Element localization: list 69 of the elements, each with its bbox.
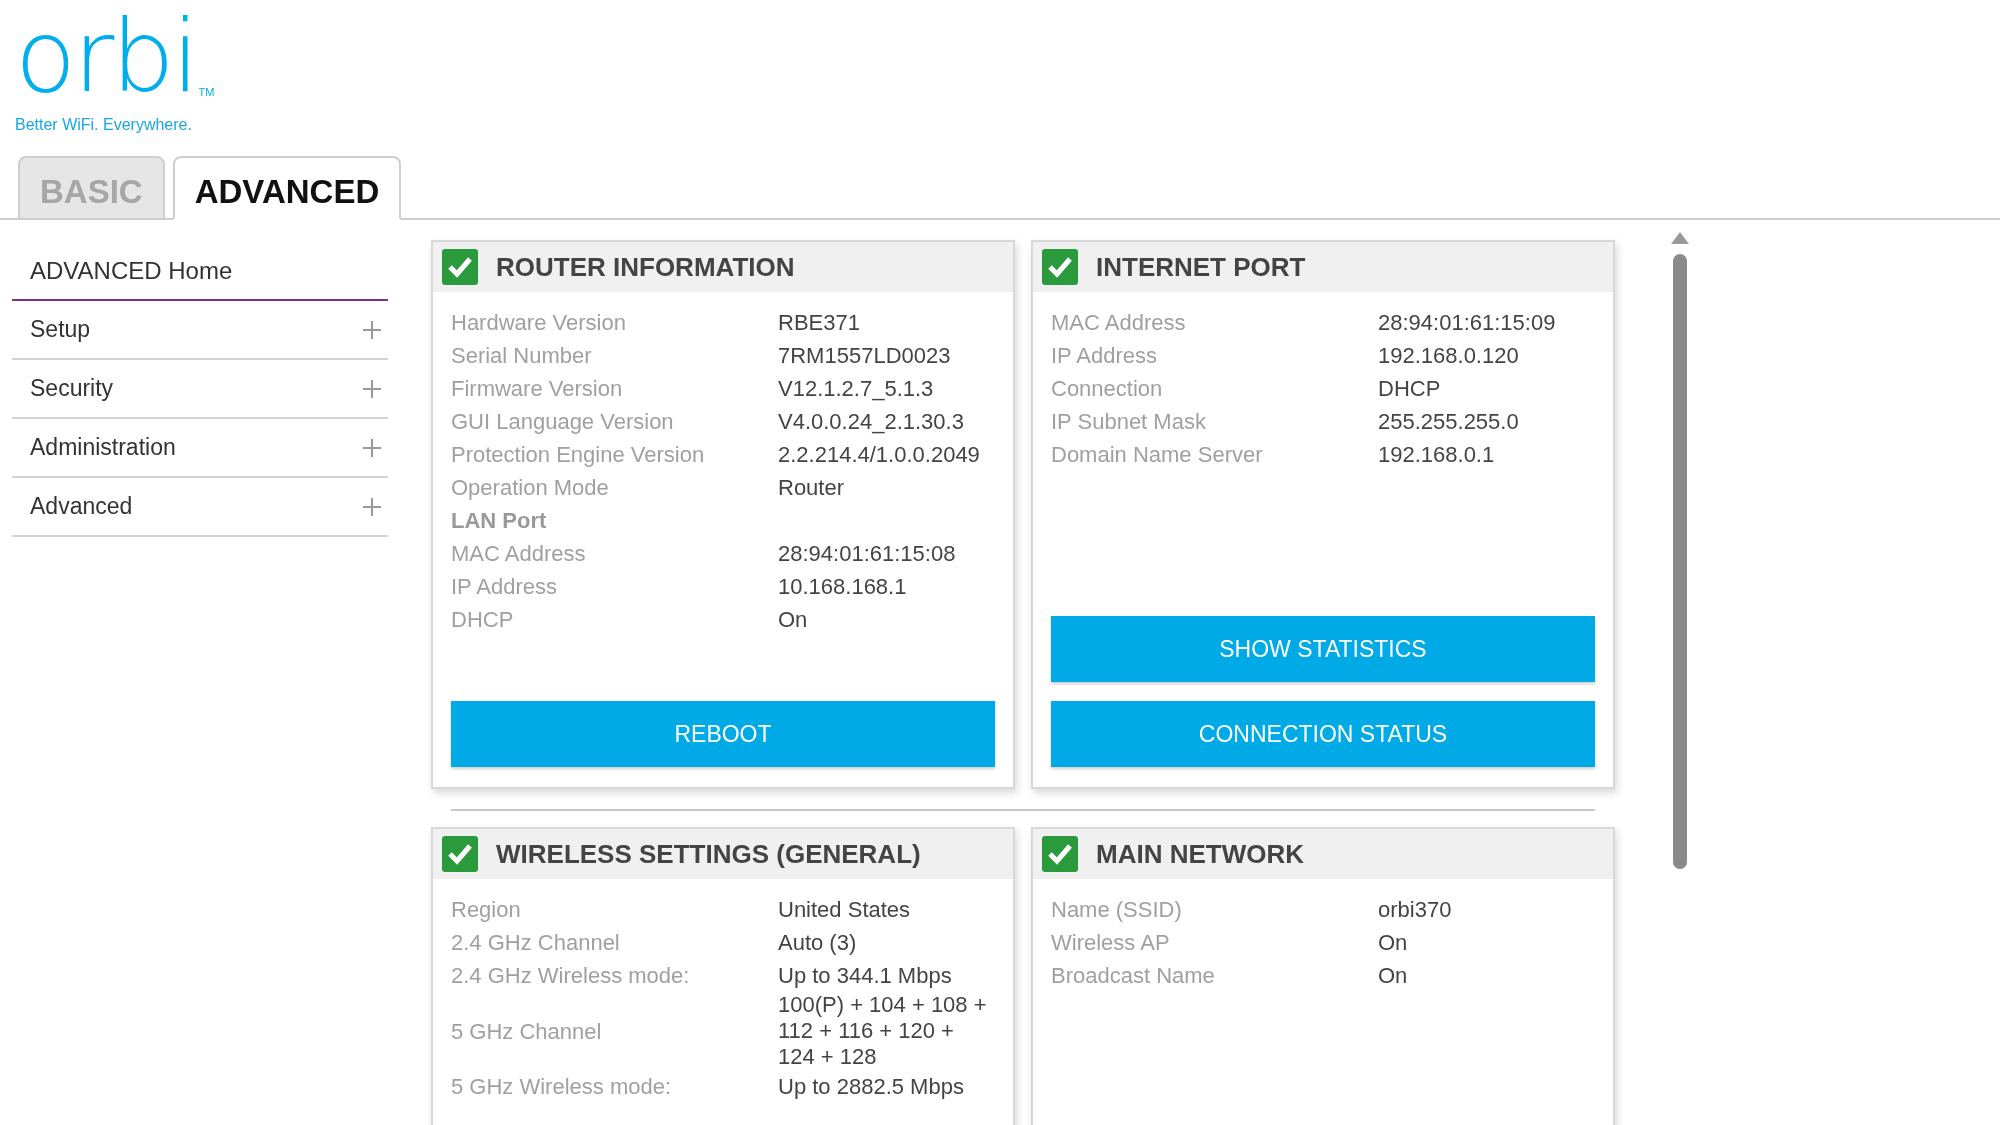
field-value: United States	[778, 896, 912, 923]
trademark: TM	[198, 86, 215, 98]
sidebar-item[interactable]: Security	[12, 360, 388, 419]
field-value: 100(P) + 104 + 108 + 112 + 116 + 120 + 124 + 128	[778, 992, 988, 1070]
card-title: INTERNET PORT	[1096, 251, 1306, 283]
section-heading: LAN Port	[451, 507, 548, 535]
field-label: IP Subnet Mask	[1051, 408, 1207, 436]
sidebar-item[interactable]: Setup	[12, 301, 388, 360]
checkmark-icon	[442, 249, 478, 285]
field-label: 2.4 GHz Channel	[451, 929, 621, 957]
field-value: Up to 344.1 Mbps	[778, 962, 953, 989]
field-label: Connection	[1051, 375, 1164, 403]
field-value: Up to 2882.5 Mbps	[778, 1073, 965, 1100]
field-value: 192.168.0.1	[1378, 441, 1496, 468]
field-label: GUI Language Version	[451, 408, 675, 436]
sidebar-item[interactable]: ADVANCED Home	[12, 242, 388, 301]
sidebar-label: Setup	[30, 316, 91, 343]
field-label: MAC Address	[451, 540, 587, 568]
field-value: Auto (3)	[778, 929, 858, 956]
field-value: DHCP	[1378, 375, 1442, 402]
field-value: 10.168.168.1	[778, 573, 908, 600]
field-label: Operation Mode	[451, 474, 610, 502]
field-label: IP Address	[1051, 342, 1158, 370]
field-label: Firmware Version	[451, 375, 624, 403]
field-value: On	[1378, 929, 1409, 956]
checkmark-icon	[1042, 249, 1078, 285]
scroll-up-icon[interactable]	[1671, 232, 1689, 244]
field-value: 192.168.0.120	[1378, 342, 1520, 369]
tagline: Better WiFi. Everywhere.	[15, 116, 193, 134]
scrollbar-thumb[interactable]	[1673, 254, 1687, 869]
field-label: Domain Name Server	[1051, 441, 1264, 469]
logo: orbi	[15, 12, 197, 102]
sidebar-item[interactable]: Advanced	[12, 478, 388, 537]
field-label: Serial Number	[451, 342, 593, 370]
field-label: Hardware Version	[451, 309, 627, 337]
sidebar-label: Advanced	[30, 493, 133, 520]
field-label: IP Address	[451, 573, 558, 601]
field-value: On	[1378, 962, 1409, 989]
card-title: ROUTER INFORMATION	[496, 251, 795, 283]
field-value: V12.1.2.7_5.1.3	[778, 375, 935, 402]
sidebar-item[interactable]: Administration	[12, 419, 388, 478]
field-value: 28:94:01:61:15:09	[1378, 309, 1557, 336]
field-label: Name (SSID)	[1051, 896, 1183, 924]
field-value: 28:94:01:61:15:08	[778, 540, 957, 567]
field-value: 255.255.255.0	[1378, 408, 1520, 435]
card-title: WIRELESS SETTINGS (GENERAL)	[496, 838, 921, 870]
field-value: 2.2.214.4/1.0.0.2049	[778, 441, 981, 468]
field-value: On	[778, 606, 809, 633]
field-label: Broadcast Name	[1051, 962, 1216, 990]
sidebar-label: ADVANCED Home	[30, 256, 233, 285]
checkmark-icon	[1042, 836, 1078, 872]
field-value: RBE371	[778, 309, 861, 336]
field-label: 5 GHz Wireless mode:	[451, 1073, 673, 1101]
field-value: orbi370	[1378, 896, 1453, 923]
field-label: 5 GHz Channel	[451, 1017, 603, 1046]
field-value: V4.0.0.24_2.1.30.3	[778, 408, 965, 435]
sidebar-label: Administration	[30, 434, 176, 461]
checkmark-icon	[442, 836, 478, 872]
field-value: 7RM1557LD0023	[778, 342, 952, 369]
field-label: DHCP	[451, 606, 515, 634]
tab[interactable]: ADVANCED	[172, 156, 402, 220]
field-value: Router	[778, 474, 846, 501]
field-label: MAC Address	[1051, 309, 1187, 337]
card-title: MAIN NETWORK	[1096, 838, 1304, 870]
sidebar-label: Security	[30, 375, 114, 402]
field-label: Protection Engine Version	[451, 441, 706, 469]
field-label: 2.4 GHz Wireless mode:	[451, 962, 691, 990]
field-label: Wireless AP	[1051, 929, 1171, 957]
field-label: Region	[451, 896, 522, 924]
